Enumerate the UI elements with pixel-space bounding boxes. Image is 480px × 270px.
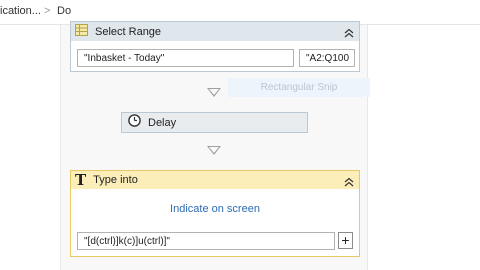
indicate-on-screen-link[interactable]: Indicate on screen: [71, 203, 359, 215]
flow-arrow-icon: [207, 88, 221, 98]
select-range-title: Select Range: [95, 25, 162, 38]
select-range-activity[interactable]: Select Range "Inbasket - Today" "A2:Q100: [70, 21, 360, 72]
clock-icon: [128, 113, 141, 132]
flow-arrow-icon: [207, 146, 221, 156]
select-range-header[interactable]: Select Range: [71, 22, 359, 41]
breadcrumb-separator: >: [44, 5, 51, 17]
collapse-icon[interactable]: [344, 174, 354, 187]
type-into-title: Type into: [93, 174, 138, 186]
delay-activity[interactable]: Delay: [121, 112, 308, 133]
range-field[interactable]: "A2:Q100: [299, 49, 355, 67]
delay-title: Delay: [148, 116, 177, 129]
type-text-field[interactable]: "[d(ctrl)]k(c)]u(ctrl)]": [77, 232, 335, 250]
spreadsheet-icon: [75, 23, 88, 41]
rectangular-snip-hint: Rectangular Snip: [228, 78, 370, 97]
breadcrumb-item-workflow[interactable]: ication...: [0, 5, 41, 17]
collapse-icon[interactable]: [344, 25, 354, 38]
type-into-header[interactable]: T Type into: [71, 171, 359, 189]
type-T-icon: T: [75, 170, 87, 189]
breadcrumb-item-do[interactable]: Do: [57, 5, 71, 17]
add-button[interactable]: +: [338, 232, 353, 249]
sheet-name-field[interactable]: "Inbasket - Today": [77, 49, 294, 67]
